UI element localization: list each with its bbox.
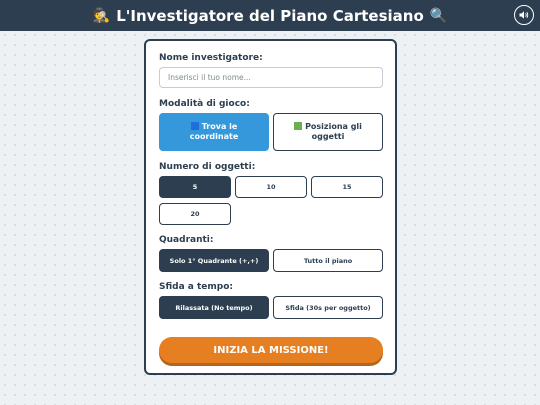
timer-label: Sfida a tempo: <box>159 282 234 292</box>
count-label: Numero di oggetti: <box>159 162 256 172</box>
count-10-button[interactable]: 10 <box>235 176 307 198</box>
mode-label: Modalità di gioco: <box>159 99 250 109</box>
timer-relaxed-button[interactable]: Rilassata (No tempo) <box>159 296 269 319</box>
mode-place-objects-button[interactable]: Posiziona gli oggetti <box>273 113 383 151</box>
app-title-text: L'Investigatore del Piano Cartesiano <box>116 6 424 25</box>
mode-find-coordinates-button[interactable]: Trova le coordinate <box>159 113 269 151</box>
app-title: 🕵️ L'Investigatore del Piano Cartesiano … <box>93 7 447 25</box>
blue-square-icon <box>190 122 199 130</box>
top-bar: 🕵️ L'Investigatore del Piano Cartesiano … <box>0 0 540 31</box>
quadrant-all-button[interactable]: Tutto il piano <box>273 249 383 272</box>
magnifier-icon: 🔍 <box>429 7 448 24</box>
quadrant-first-button[interactable]: Solo 1° Quadrante (+,+) <box>159 249 269 272</box>
sound-toggle-button[interactable] <box>514 5 534 25</box>
mode-place-label: Posiziona gli oggetti <box>305 122 362 141</box>
name-label: Nome investigatore: <box>159 53 263 63</box>
detective-icon: 🕵️ <box>92 7 111 24</box>
count-20-button[interactable]: 20 <box>159 203 231 225</box>
setup-card: Nome investigatore: Modalità di gioco: T… <box>144 39 397 375</box>
speaker-icon <box>519 11 529 19</box>
timer-challenge-button[interactable]: Sfida (30s per oggetto) <box>273 296 383 319</box>
green-square-icon <box>294 122 303 130</box>
count-15-button[interactable]: 15 <box>311 176 383 198</box>
investigator-name-input[interactable] <box>159 67 383 88</box>
start-mission-button[interactable]: INIZIA LA MISSIONE! <box>159 337 383 363</box>
quadrant-label: Quadranti: <box>159 235 214 245</box>
count-5-button[interactable]: 5 <box>159 176 231 198</box>
